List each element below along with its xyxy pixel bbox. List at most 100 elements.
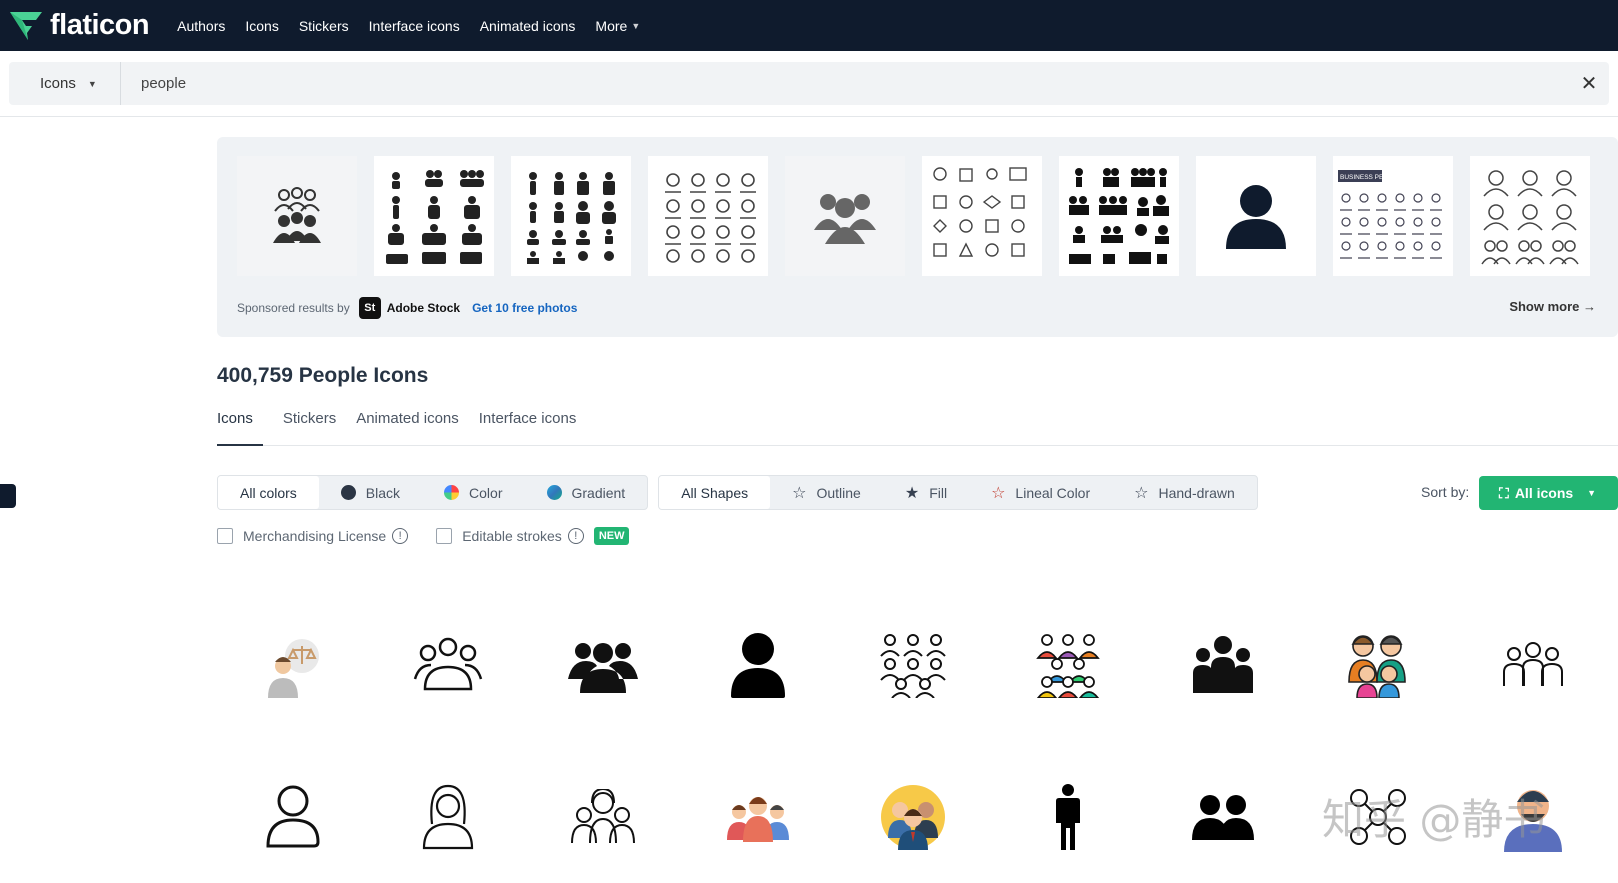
nav-authors[interactable]: Authors <box>177 18 225 34</box>
icon-result[interactable] <box>1488 620 1578 710</box>
sponsored-thumb[interactable]: BUSINESS PEOPLE ICONS <box>1333 156 1453 276</box>
free-photos-link[interactable]: Get 10 free photos <box>472 301 577 315</box>
info-icon[interactable]: ! <box>392 528 409 544</box>
brand-name: flaticon <box>50 9 150 41</box>
filter-all-colors[interactable]: All colors <box>218 476 319 509</box>
icon-result[interactable] <box>868 620 958 710</box>
header-divider <box>0 116 1618 117</box>
icon-result[interactable] <box>1023 772 1113 862</box>
filter-gradient[interactable]: Gradient <box>525 476 648 509</box>
nav-more[interactable]: More ▼ <box>595 18 640 34</box>
filter-label: Fill <box>929 484 948 501</box>
sponsored-thumbs: BUSINESS PEOPLE ICONS <box>237 156 1607 276</box>
sponsored-footer: Sponsored results by St Adobe Stock Get … <box>237 297 577 319</box>
sponsored-thumb[interactable] <box>785 156 905 276</box>
close-icon[interactable]: ✕ <box>1569 71 1609 96</box>
provider-name: Adobe Stock <box>386 301 461 315</box>
page-title: 400,759 People Icons <box>217 364 429 387</box>
icon-result[interactable] <box>248 772 338 862</box>
merch-license-checkbox[interactable] <box>217 528 233 544</box>
tab-icons[interactable]: Icons <box>217 410 263 446</box>
chevron-down-icon: ▼ <box>631 20 641 31</box>
avatar-set-icon <box>665 173 756 263</box>
chevron-down-icon: ▼ <box>1587 488 1597 498</box>
gradient-dot-icon <box>546 485 562 500</box>
search-type-label: Icons <box>40 75 76 92</box>
team-line-icon <box>1503 642 1563 686</box>
info-icon[interactable]: ! <box>567 528 584 544</box>
icon-result[interactable] <box>248 620 338 710</box>
filter-hand-drawn[interactable]: ☆ Hand-drawn <box>1112 476 1257 509</box>
feedback-tab[interactable] <box>0 484 16 508</box>
person-outline-set-icon <box>1481 170 1579 265</box>
flaticon-logo[interactable]: flaticon <box>8 0 150 51</box>
sponsored-thumb[interactable] <box>648 156 768 276</box>
filter-outline[interactable]: ☆ Outline <box>770 476 883 509</box>
icon-result[interactable] <box>1333 620 1423 710</box>
filter-lineal-color[interactable]: ☆ Lineal Color <box>969 476 1112 509</box>
filter-label: All colors <box>240 484 297 501</box>
family-color-icon <box>1348 635 1406 698</box>
color-wheel-icon <box>444 485 460 500</box>
icon-result[interactable] <box>868 772 958 862</box>
tab-animated-icons[interactable]: Animated icons <box>356 410 459 446</box>
thumb-caption: BUSINESS PEOPLE ICONS <box>1340 174 1424 181</box>
team-color-icon <box>727 797 789 842</box>
people-set-icon <box>527 172 616 264</box>
new-badge: NEW <box>593 527 630 545</box>
search-input[interactable] <box>121 62 1569 105</box>
chevron-down-icon: ▼ <box>87 78 97 89</box>
icon-result[interactable] <box>558 772 648 862</box>
license-options: Merchandising License ! Editable strokes… <box>217 527 630 545</box>
business-line-icons <box>933 167 1027 257</box>
merch-license-label: Merchandising License <box>243 528 387 544</box>
search-bar: Icons ▼ ✕ <box>9 62 1609 105</box>
sponsored-thumb[interactable] <box>374 156 494 276</box>
sponsored-thumb[interactable] <box>237 156 357 276</box>
search-type-select[interactable]: Icons ▼ <box>9 62 121 105</box>
filter-color[interactable]: Color <box>422 476 524 509</box>
icon-result[interactable] <box>713 772 803 862</box>
icon-result[interactable] <box>403 772 493 862</box>
group-outline-icon <box>413 637 483 691</box>
filter-black[interactable]: Black <box>319 476 422 509</box>
business-people-icons: BUSINESS PEOPLE ICONS <box>1338 170 1442 259</box>
filters-bar: All colors Black Color Gradient All Shap… <box>217 475 1268 510</box>
sponsored-thumb[interactable] <box>1059 156 1179 276</box>
nav-stickers[interactable]: Stickers <box>299 18 349 34</box>
nav-animated-icons[interactable]: Animated icons <box>480 18 576 34</box>
tab-stickers[interactable]: Stickers <box>283 410 336 446</box>
icon-result[interactable] <box>558 620 648 710</box>
icon-result[interactable] <box>1023 620 1113 710</box>
filter-label: All Shapes <box>681 484 749 501</box>
tab-interface-icons[interactable]: Interface icons <box>479 410 577 446</box>
standing-man-icon <box>1056 784 1080 850</box>
show-more-link[interactable]: Show more → <box>1509 299 1596 314</box>
sponsored-prefix: Sponsored results by <box>237 301 350 315</box>
adobe-stock-logo: St <box>358 297 381 319</box>
user-outline-icon <box>266 785 320 848</box>
nav-icons[interactable]: Icons <box>245 18 278 34</box>
scan-icon: ⛶ <box>1499 484 1509 501</box>
main-nav: Authors Icons Stickers Interface icons A… <box>177 18 660 34</box>
team-fill-icon <box>1193 636 1253 693</box>
group-fill-icon <box>568 643 638 693</box>
icon-result[interactable] <box>1178 772 1268 862</box>
sort-value: All icons <box>1514 485 1574 501</box>
user-fill-icon <box>731 633 785 698</box>
icon-result[interactable] <box>403 620 493 710</box>
icon-result[interactable] <box>1178 620 1268 710</box>
sponsored-thumb[interactable] <box>511 156 631 276</box>
editable-strokes-checkbox[interactable] <box>436 528 453 544</box>
nav-interface-icons[interactable]: Interface icons <box>369 18 460 34</box>
sponsored-thumb[interactable] <box>1196 156 1316 276</box>
group-people-icon <box>273 187 321 243</box>
icon-result[interactable] <box>713 620 803 710</box>
sponsored-thumb[interactable] <box>1470 156 1590 276</box>
woman-outline-icon <box>422 784 474 850</box>
sort-dropdown[interactable]: ⛶ All icons ▼ <box>1479 476 1618 510</box>
filter-fill[interactable]: ★ Fill <box>883 476 969 509</box>
sponsored-thumb[interactable] <box>922 156 1042 276</box>
filter-all-shapes[interactable]: All Shapes <box>659 476 771 509</box>
filter-label: Color <box>469 484 503 501</box>
